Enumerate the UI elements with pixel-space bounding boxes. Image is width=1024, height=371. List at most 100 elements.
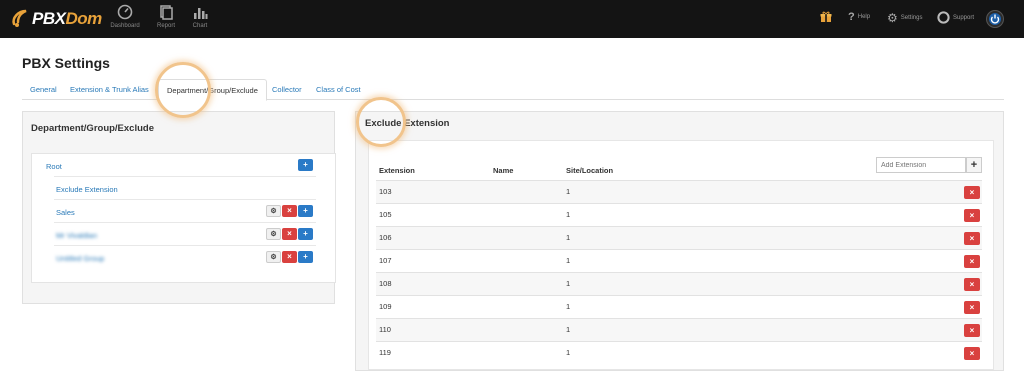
cell-extension: 109	[379, 302, 392, 311]
sales-delete-button[interactable]: ×	[282, 205, 297, 217]
department-group-panel: Department/Group/Exclude Root + Exclude …	[22, 111, 336, 304]
nav-support[interactable]: Support	[937, 11, 974, 24]
table-row: 106 1 ×	[376, 226, 982, 249]
delete-row-button[interactable]: ×	[964, 347, 980, 360]
page-title: PBX Settings	[22, 55, 110, 71]
close-icon: ×	[969, 257, 975, 266]
group2-add-button[interactable]: +	[298, 251, 313, 263]
cell-extension: 105	[379, 210, 392, 219]
delete-row-button[interactable]: ×	[964, 186, 980, 199]
close-icon: ×	[969, 349, 975, 358]
close-icon: ×	[969, 326, 975, 335]
delete-row-button[interactable]: ×	[964, 324, 980, 337]
close-icon: ×	[287, 252, 292, 261]
plus-icon: +	[303, 160, 308, 169]
tab-general[interactable]: General	[22, 79, 65, 100]
table-row: 105 1 ×	[376, 203, 982, 226]
nav-chart[interactable]: Chart	[180, 4, 220, 29]
nav-settings-label: Settings	[900, 15, 923, 21]
logo-text-suffix: Dom	[65, 9, 102, 28]
help-icon: ?	[848, 11, 855, 23]
add-extension-input[interactable]	[876, 157, 966, 173]
cell-site-location: 1	[566, 233, 571, 242]
nav-dashboard[interactable]: Dashboard	[105, 4, 145, 29]
table-row: 108 1 ×	[376, 272, 982, 295]
left-panel-title: Department/Group/Exclude	[31, 123, 154, 134]
dashboard-icon	[117, 4, 133, 20]
top-navbar: PBXDom Dashboard Report Chart ? Help ⚙ S…	[0, 0, 1024, 38]
tree-item-group-blurred-1[interactable]: Mr Vivaldian	[56, 231, 97, 240]
delete-row-button[interactable]: ×	[964, 209, 980, 222]
close-icon: ×	[969, 211, 975, 220]
plus-icon: +	[303, 252, 308, 261]
tab-collector[interactable]: Collector	[264, 79, 310, 100]
add-extension-button[interactable]: +	[966, 157, 982, 173]
plus-icon: +	[303, 206, 308, 215]
cell-site-location: 1	[566, 279, 571, 288]
gear-icon: ⚙	[270, 207, 277, 215]
cell-extension: 110	[379, 325, 391, 334]
column-header-name: Name	[493, 166, 514, 175]
cell-extension: 119	[379, 348, 391, 357]
highlight-circle-title	[356, 97, 406, 147]
pbxdom-logo[interactable]: PBXDom	[10, 7, 102, 31]
nav-dashboard-label: Dashboard	[110, 23, 140, 29]
column-header-site-location: Site/Location	[566, 166, 614, 175]
nav-help[interactable]: ? Help	[848, 11, 870, 23]
cell-site-location: 1	[566, 325, 571, 334]
plus-icon: +	[303, 229, 308, 238]
logo-text-prefix: PBX	[32, 9, 66, 28]
group-add-button[interactable]: +	[298, 228, 313, 240]
tree-item-exclude-extension[interactable]: Exclude Extension	[56, 185, 118, 194]
lifebuoy-icon	[937, 11, 950, 24]
cell-site-location: 1	[566, 210, 571, 219]
group2-delete-button[interactable]: ×	[282, 251, 297, 263]
close-icon: ×	[969, 188, 975, 197]
gift-icon	[820, 11, 832, 22]
group-delete-button[interactable]: ×	[282, 228, 297, 240]
sales-settings-button[interactable]: ⚙	[266, 205, 281, 217]
add-root-button[interactable]: +	[298, 159, 313, 171]
table-row: 107 1 ×	[376, 249, 982, 272]
logo-swoosh-icon	[12, 9, 27, 27]
power-button[interactable]	[986, 10, 1004, 28]
cell-extension: 103	[379, 187, 392, 196]
gear-icon: ⚙	[887, 11, 898, 25]
close-icon: ×	[969, 303, 975, 312]
tab-class-of-cost[interactable]: Class of Cost	[308, 79, 369, 100]
group-settings-button[interactable]: ⚙	[266, 228, 281, 240]
cell-site-location: 1	[566, 302, 571, 311]
cell-site-location: 1	[566, 187, 571, 196]
nav-report-label: Report	[156, 23, 175, 29]
delete-row-button[interactable]: ×	[964, 255, 980, 268]
gear-icon: ⚙	[270, 253, 277, 261]
column-header-extension: Extension	[379, 166, 415, 175]
table-row: 109 1 ×	[376, 295, 982, 318]
close-icon: ×	[287, 229, 292, 238]
cell-extension: 108	[379, 279, 392, 288]
highlight-circle-tab	[155, 62, 211, 118]
tree-root[interactable]: Root	[46, 162, 62, 171]
group2-settings-button[interactable]: ⚙	[266, 251, 281, 263]
cell-site-location: 1	[566, 256, 571, 265]
nav-help-label: Help	[857, 14, 871, 20]
close-icon: ×	[969, 234, 975, 243]
tab-extension-trunk-alias[interactable]: Extension & Trunk Alias	[62, 79, 157, 100]
gear-icon: ⚙	[270, 230, 277, 238]
nav-chart-label: Chart	[192, 23, 208, 29]
sales-add-button[interactable]: +	[298, 205, 313, 217]
nav-support-label: Support	[953, 14, 975, 21]
delete-row-button[interactable]: ×	[964, 301, 980, 314]
close-icon: ×	[969, 280, 975, 289]
tree-item-group-blurred-2[interactable]: Untitled Group	[56, 254, 104, 263]
table-row: 103 1 ×	[376, 180, 982, 203]
cell-extension: 106	[379, 233, 392, 242]
tree-item-sales[interactable]: Sales	[56, 208, 75, 217]
cell-site-location: 1	[566, 348, 571, 357]
gift-button[interactable]	[820, 11, 832, 23]
delete-row-button[interactable]: ×	[964, 278, 980, 291]
delete-row-button[interactable]: ×	[964, 232, 980, 245]
power-icon	[986, 10, 1004, 28]
close-icon: ×	[287, 206, 292, 215]
nav-settings[interactable]: ⚙ Settings	[887, 11, 922, 25]
